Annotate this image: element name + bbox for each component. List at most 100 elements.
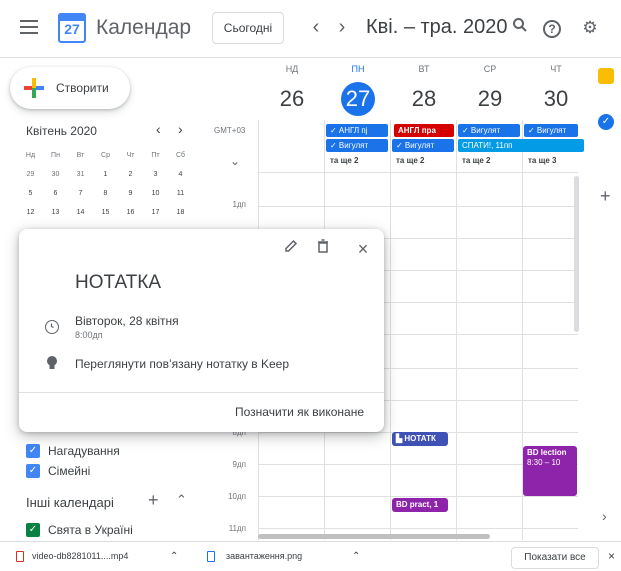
mini-day[interactable]: 12 [18,203,43,222]
day-header[interactable]: ВТ 28 [391,64,457,116]
day-name: ПН [351,64,365,74]
day-header[interactable]: ЧТ 30 [523,64,589,116]
keep-icon[interactable] [598,68,614,84]
day-name: НД [285,64,299,74]
mini-day[interactable]: 31 [68,165,93,184]
calendar-item-label: Свята в Україні [48,523,133,537]
close-icon[interactable]: × [351,237,375,261]
mini-day[interactable]: 18 [168,203,193,222]
checkbox-checked-icon[interactable]: ✓ [26,523,40,537]
mini-day[interactable]: 11 [168,184,193,203]
mini-day[interactable]: 8 [93,184,118,203]
event-title: BD lection [527,448,567,457]
mini-day[interactable]: 17 [143,203,168,222]
mini-day[interactable]: 30 [43,165,68,184]
today-button[interactable]: Сьогодні [212,12,284,44]
main-menu-icon[interactable] [20,20,38,34]
create-button[interactable]: Створити [10,67,130,109]
add-calendar-plus-icon[interactable]: + [148,490,159,511]
mini-day[interactable]: 29 [18,165,43,184]
tasks-icon[interactable]: ✓ [598,114,614,130]
download-menu-chevron-up-icon[interactable]: ⌃ [352,551,360,562]
expand-panel-chevron-icon[interactable]: › [602,508,607,524]
show-all-downloads-button[interactable]: Показати все [511,547,599,569]
mini-day[interactable]: 3 [143,165,168,184]
grid-divider [258,496,578,497]
checkbox-checked-icon[interactable]: ✓ [26,444,40,458]
mini-calendar: Нд Пн Вт Ср Чт Пт Сб 29 30 31 1 2 3 4 5 … [18,146,198,222]
mini-prev-month-icon[interactable]: ‹ [156,121,161,137]
download-item-image[interactable]: завантаження.png [226,551,302,561]
edit-pencil-icon[interactable] [279,237,303,261]
mini-day[interactable]: 2 [118,165,143,184]
allday-event-chip[interactable]: ✓ Вигулят [326,139,388,152]
day-number[interactable]: 26 [275,82,309,116]
calendar-item-family[interactable]: ✓ Сімейні [26,461,90,481]
day-number[interactable]: 28 [407,82,441,116]
help-icon[interactable]: ? [538,14,566,42]
vertical-scrollbar[interactable] [574,176,579,332]
downloads-bar: video-db8281011....mp4 ⌃ завантаження.pn… [0,541,621,571]
calendar-item-reminders[interactable]: ✓ Нагадування [26,441,120,461]
time-label: 11дп [228,524,246,533]
app-title: Календар [96,16,192,39]
mini-day[interactable]: 16 [118,203,143,222]
mini-day[interactable]: 13 [43,203,68,222]
mini-weekday: Нд [25,152,36,159]
time-label: 10дп [228,492,246,501]
mini-next-month-icon[interactable]: › [178,121,183,137]
calendar-item-ukraine-holidays[interactable]: ✓ Свята в Україні [26,520,133,540]
mini-day[interactable]: 6 [43,184,68,203]
date-range-title: Кві. – тра. 2020 [366,16,508,38]
mini-day[interactable]: 1 [93,165,118,184]
settings-gear-icon[interactable]: ⚙ [576,14,604,42]
clock-icon [45,320,59,334]
expand-allday-chevron-down-icon[interactable]: ⌄ [230,154,240,168]
mini-day[interactable]: 7 [68,184,93,203]
prev-period-icon[interactable]: ‹ [304,14,328,40]
mini-weekday: Пт [151,152,160,159]
checkbox-checked-icon[interactable]: ✓ [26,464,40,478]
day-header[interactable]: СР 29 [457,64,523,116]
close-downloads-icon[interactable]: × [608,549,615,563]
mini-weekday: Сб [175,152,186,159]
allday-event-chip[interactable]: СПАТИ!, 11пп [458,139,584,152]
add-addon-plus-icon[interactable]: + [600,186,611,207]
mini-day[interactable]: 9 [118,184,143,203]
mini-day[interactable]: 14 [68,203,93,222]
mini-day[interactable]: 4 [168,165,193,184]
timed-event-note[interactable]: ▙ НОТАТК [392,432,448,446]
keep-note-link[interactable]: Переглянути пов’язану нотатку в Keep [75,357,289,371]
day-number[interactable]: 29 [473,82,507,116]
next-period-icon[interactable]: › [330,14,354,40]
allday-event-chip[interactable]: ✓ АНГЛ пј [326,124,388,137]
download-menu-chevron-up-icon[interactable]: ⌃ [170,551,178,562]
day-number[interactable]: 30 [539,82,573,116]
day-number[interactable]: 27 [341,82,375,116]
timed-event-bd-lection[interactable]: BD lection 8:30 – 10 [523,446,577,496]
allday-event-chip[interactable]: АНГЛ пра [394,124,454,137]
day-name: СР [483,64,497,74]
horizontal-scrollbar[interactable] [258,534,490,539]
mini-day[interactable]: 10 [143,184,168,203]
mini-day[interactable]: 5 [18,184,43,203]
download-item-video[interactable]: video-db8281011....mp4 [32,551,128,561]
more-events-link[interactable]: та ще 2 [396,156,424,165]
allday-event-chip[interactable]: ✓ Вигулят [458,124,520,137]
allday-event-chip[interactable]: ✓ Вигулят [392,139,454,152]
allday-event-chip[interactable]: ✓ Вигулят [524,124,578,137]
mark-done-button[interactable]: Позначити як виконане [235,405,364,419]
mini-day[interactable]: 15 [93,203,118,222]
time-label: 1дп [232,200,246,209]
search-icon[interactable] [506,14,534,42]
collapse-chevron-up-icon[interactable]: ⌃ [176,492,187,508]
more-events-link[interactable]: та ще 2 [330,156,358,165]
day-header[interactable]: НД 26 [259,64,325,116]
more-events-link[interactable]: та ще 3 [528,156,556,165]
day-name: ВТ [418,64,430,74]
timed-event-bd-pract[interactable]: BD pract, 1 [392,498,448,512]
grid-divider [390,120,391,540]
more-events-link[interactable]: та ще 2 [462,156,490,165]
delete-trash-icon[interactable] [311,237,335,261]
day-header-today[interactable]: ПН 27 [325,64,391,116]
